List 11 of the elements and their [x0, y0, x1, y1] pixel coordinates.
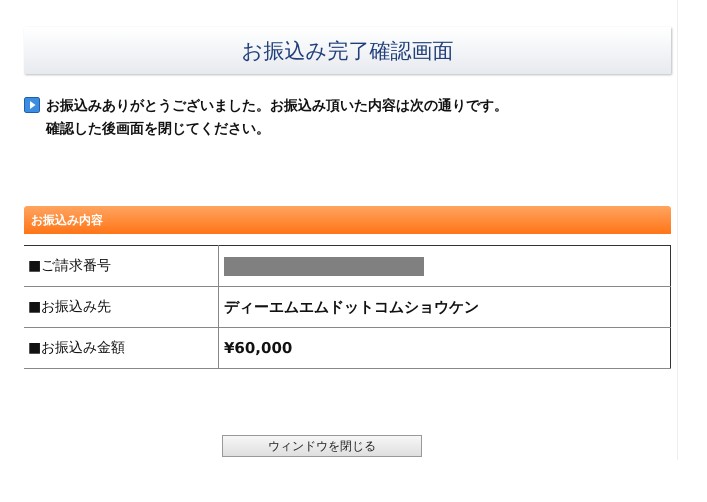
table-cell: ■お振込み先 [24, 286, 218, 328]
play-icon [24, 97, 40, 113]
page-title: お振込み完了確認画面 [242, 38, 454, 64]
table-cell: ■ご請求番号 [24, 246, 218, 286]
value-text: ディーエムエムドットコムショウケン [224, 298, 479, 316]
table-cell: ■お振込み金額 [24, 328, 218, 368]
section-title: お振込み内容 [31, 212, 103, 228]
value-text: ¥60,000 [224, 339, 292, 357]
message-text: お振込みありがとうございました。お振込み頂いた内容は次の通りです。 [46, 96, 508, 116]
close-window-button[interactable]: ウィンドウを閉じる [222, 435, 422, 457]
message-text: 確認した後画面を閉じてください。 [46, 120, 271, 139]
